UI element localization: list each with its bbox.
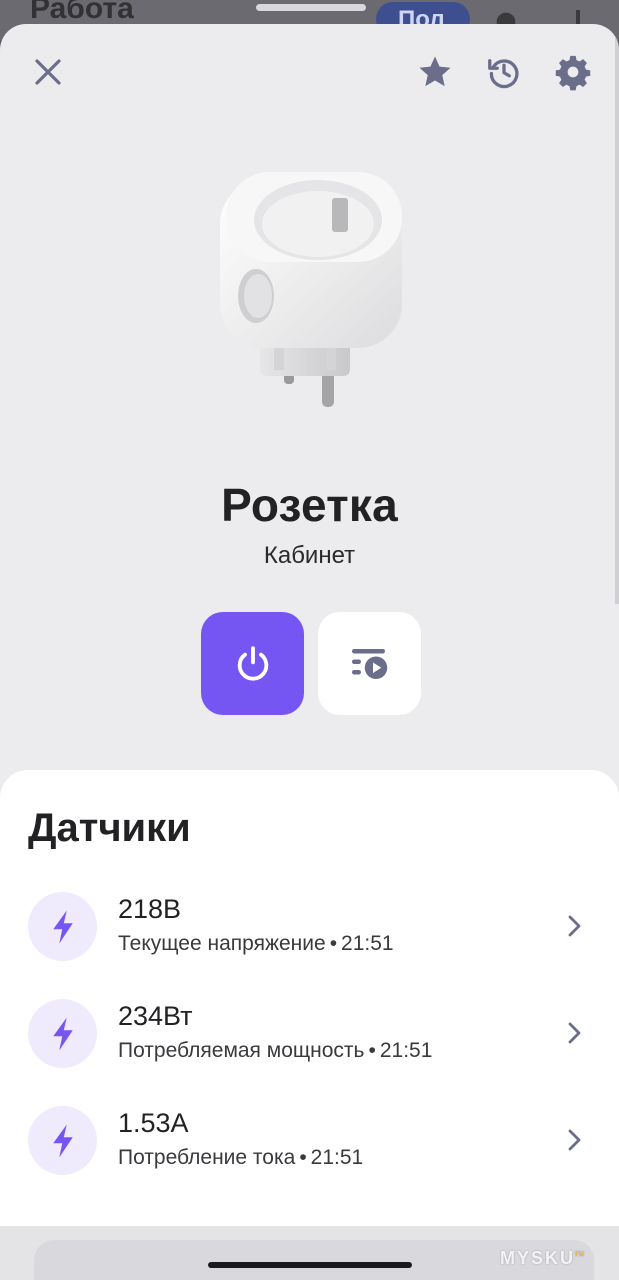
sensor-voltage[interactable]: 218В Текущее напряжение • 21:51	[0, 892, 619, 992]
home-indicator[interactable]	[208, 1262, 412, 1268]
device-room: Кабинет	[263, 542, 356, 569]
power-icon	[237, 645, 268, 681]
sensor-label: Текущее напряжение	[118, 932, 326, 955]
device-name: Розетка	[221, 479, 398, 531]
sensor-label: Потребляемая мощность	[118, 1039, 365, 1062]
sensors-title: Датчики	[28, 806, 191, 850]
sensor-value: 218В	[118, 894, 182, 924]
sensor-time: 21:51	[341, 932, 394, 955]
scenario-play-icon	[351, 648, 387, 679]
watermark-suffix: ru	[575, 1248, 585, 1258]
scenarios-button[interactable]	[318, 612, 421, 715]
sensor-current[interactable]: 1.53А Потребление тока • 21:51	[0, 1106, 619, 1206]
sensor-value: 1.53А	[118, 1108, 189, 1138]
sensors-card: Датчики 218В Текущее напряжение • 21:51 23	[0, 770, 619, 1250]
gear-icon	[555, 55, 591, 91]
chevron-right-icon	[568, 1129, 581, 1151]
sensor-caption: Потребление тока • 21:51	[118, 1146, 364, 1169]
sensor-icon-wrap	[28, 999, 97, 1068]
sensor-label: Потребление тока	[118, 1146, 296, 1169]
power-button[interactable]	[201, 612, 304, 715]
sensor-caption: Текущее напряжение • 21:51	[118, 932, 394, 955]
bolt-icon	[52, 1124, 73, 1157]
star-icon	[419, 56, 451, 87]
close-button[interactable]	[26, 50, 70, 94]
sensor-icon-wrap	[28, 892, 97, 961]
chevron-right-icon	[568, 1022, 581, 1044]
watermark: MYSKUru	[500, 1248, 584, 1269]
bolt-icon	[52, 910, 73, 943]
grab-handle[interactable]	[256, 4, 366, 11]
bolt-icon	[52, 1017, 73, 1050]
watermark-text: MYSKU	[500, 1248, 576, 1268]
close-icon	[35, 59, 61, 85]
sensor-power[interactable]: 234Вт Потребляемая мощность • 21:51	[0, 999, 619, 1099]
history-button[interactable]	[482, 50, 526, 94]
background-title: Работа	[30, 0, 134, 25]
history-icon	[488, 59, 519, 89]
sensor-caption: Потребляемая мощность • 21:51	[118, 1039, 433, 1062]
favorite-button[interactable]	[413, 50, 457, 94]
device-sheet: Розетка Кабинет Датчики 218В Текущее нап…	[0, 24, 619, 1280]
sensor-time: 21:51	[310, 1146, 364, 1169]
smart-plug-image	[220, 172, 402, 407]
sensor-value: 234Вт	[118, 1001, 193, 1031]
chevron-right-icon	[568, 915, 581, 937]
settings-button[interactable]	[551, 50, 595, 94]
sensor-time: 21:51	[379, 1039, 433, 1062]
sensor-icon-wrap	[28, 1106, 97, 1175]
